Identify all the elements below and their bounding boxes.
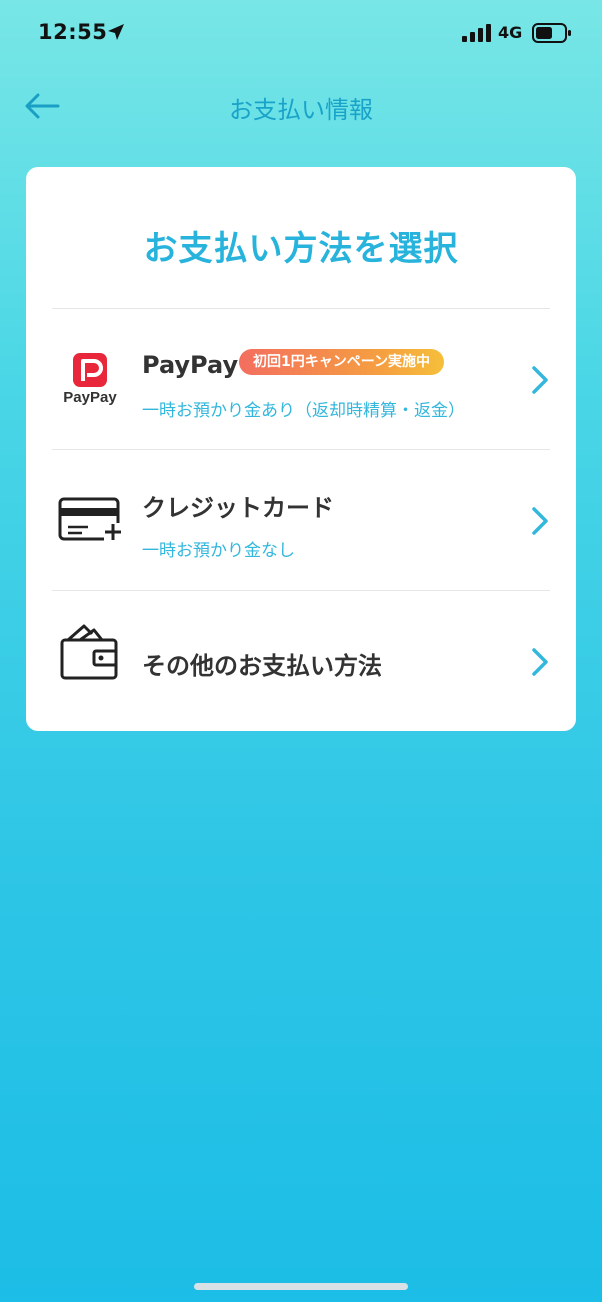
campaign-badge: 初回1円キャンペーン実施中 xyxy=(239,349,445,375)
home-indicator[interactable] xyxy=(194,1283,408,1290)
nav-bar: お支払い情報 xyxy=(0,78,602,134)
payment-option-paypay[interactable]: PayPay xyxy=(52,309,550,449)
credit-card-icon xyxy=(58,488,122,552)
location-arrow-icon xyxy=(108,24,124,40)
option-subtitle: 一時お預かり金あり（返却時精算・返金） xyxy=(142,401,465,421)
option-name: その他のお支払い方法 xyxy=(142,652,382,680)
status-time: 12:55 xyxy=(38,20,108,44)
status-bar: 12:55 4G xyxy=(0,0,602,66)
page-title: お支払い情報 xyxy=(229,96,373,124)
paypay-logo-caption: PayPay xyxy=(63,388,117,406)
chevron-right-icon xyxy=(532,366,548,394)
paypay-logo-icon: PayPay xyxy=(58,347,122,411)
paypay-mark-icon xyxy=(73,352,107,387)
chevron-right-icon xyxy=(532,507,548,535)
chevron-right-icon xyxy=(532,648,548,676)
option-subtitle: 一時お預かり金なし xyxy=(142,541,295,561)
signal-icon xyxy=(462,24,491,42)
option-name: クレジットカード xyxy=(142,494,334,522)
battery-icon xyxy=(532,23,571,43)
option-name: PayPay xyxy=(142,351,239,379)
card-title: お支払い方法を選択 xyxy=(143,229,459,269)
network-label: 4G xyxy=(498,23,523,42)
payment-method-card: お支払い方法を選択 PayPay PayPay 初回1円キャンペーン実施中 一時… xyxy=(26,167,576,731)
wallet-icon xyxy=(58,619,122,683)
